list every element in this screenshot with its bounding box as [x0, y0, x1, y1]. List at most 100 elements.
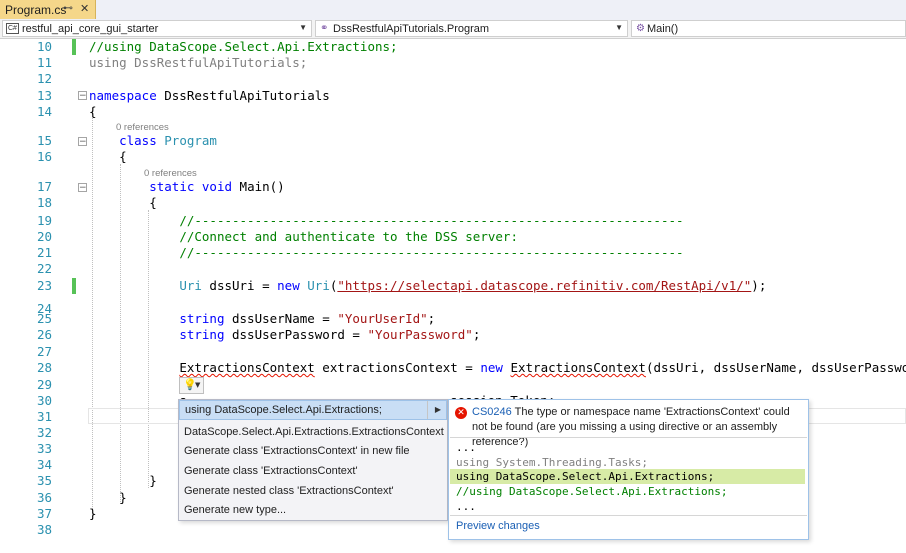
- preview-line: using System.Threading.Tasks;: [456, 456, 649, 469]
- code-text: {: [89, 149, 127, 165]
- preview-line: //using DataScope.Select.Api.Extractions…: [456, 485, 728, 498]
- class-name: DssRestfulApiTutorials.Program: [333, 22, 490, 35]
- code-token: {: [89, 104, 97, 119]
- code-line[interactable]: 28 ExtractionsContext extractionsContext…: [0, 360, 906, 376]
- code-token: "YourUserId": [337, 311, 428, 326]
- code-token: Uri: [307, 278, 330, 293]
- code-line[interactable]: 18 {: [0, 195, 906, 211]
- menu-item-fully-qualify[interactable]: DataScope.Select.Api.Extractions.Extract…: [179, 422, 447, 442]
- pin-icon[interactable]: ⊷: [63, 3, 73, 14]
- code-line[interactable]: 13 namespace DssRestfulApiTutorials: [0, 88, 906, 104]
- code-line[interactable]: 19 //-----------------------------------…: [0, 213, 906, 229]
- code-token: {: [89, 149, 127, 164]
- menu-item-generate-class[interactable]: Generate class 'ExtractionsContext': [179, 461, 447, 481]
- code-line[interactable]: 16 {: [0, 149, 906, 165]
- code-token: dssUserName =: [224, 311, 338, 326]
- line-number: 32: [36, 425, 52, 440]
- member-dropdown[interactable]: ⚙ Main(): [631, 20, 906, 37]
- code-token: //using DataScope.Select.Api.Extractions…: [89, 39, 398, 54]
- code-token: C: [89, 441, 187, 456]
- code-token: Main(): [232, 179, 285, 194]
- code-token: Uri: [179, 278, 202, 293]
- code-text: Uri dssUri = new Uri("https://selectapi.…: [89, 278, 766, 294]
- code-line[interactable]: 25 string dssUserName = "YourUserId";: [0, 311, 906, 327]
- code-line[interactable]: 20 //Connect and authenticate to the DSS…: [0, 229, 906, 245]
- project-name: restful_api_core_gui_starter: [21, 22, 159, 35]
- code-line[interactable]: 22: [0, 261, 906, 277]
- code-line[interactable]: 14 {: [0, 104, 906, 120]
- code-line[interactable]: 29 s: [0, 377, 906, 393]
- code-token: {: [89, 195, 157, 210]
- code-token: ;: [427, 311, 436, 326]
- code-token: new: [277, 278, 300, 293]
- code-text: //--------------------------------------…: [89, 245, 684, 261]
- submenu-arrow-icon[interactable]: ▶: [427, 401, 448, 419]
- code-text: static void Main(): [89, 179, 285, 195]
- code-line[interactable]: 26 string dssUserPassword = "YourPasswor…: [0, 327, 906, 343]
- code-text: using DssRestfulApiTutorials;: [89, 55, 307, 71]
- code-line[interactable]: 27: [0, 344, 906, 360]
- menu-item-generate-class-new-file[interactable]: Generate class 'ExtractionsContext' in n…: [179, 441, 447, 461]
- line-number: 35: [36, 473, 52, 488]
- tab-title: Program.cs: [5, 2, 67, 17]
- preview-added-line: using DataScope.Select.Api.Extractions;: [450, 469, 805, 484]
- line-number: 23: [36, 278, 52, 293]
- code-token: //--------------------------------------…: [179, 245, 684, 260]
- navigation-bar: C# restful_api_core_gui_starter ▼ ⚭ DssR…: [0, 20, 906, 39]
- tab-program-cs[interactable]: Program.cs ⊷ ✕: [0, 0, 96, 19]
- menu-item-add-using[interactable]: using DataScope.Select.Api.Extractions; …: [179, 400, 447, 420]
- line-number: 12: [36, 71, 52, 86]
- preview-changes-link[interactable]: Preview changes: [456, 520, 540, 532]
- close-icon[interactable]: ✕: [80, 2, 89, 15]
- code-line[interactable]: 10 //using DataScope.Select.Api.Extractio…: [0, 39, 906, 55]
- line-number: 37: [36, 506, 52, 521]
- code-text: //using DataScope.Select.Api.Extractions…: [89, 39, 398, 55]
- code-line[interactable]: 23 Uri dssUri = new Uri("https://selecta…: [0, 278, 906, 294]
- class-dropdown[interactable]: ⚭ DssRestfulApiTutorials.Program ▼: [315, 20, 628, 37]
- code-line[interactable]: 15 class Program: [0, 133, 906, 149]
- divider: [450, 515, 807, 516]
- code-token: //Connect and authenticate to the DSS se…: [179, 229, 518, 244]
- code-text: s: [89, 377, 187, 393]
- code-line[interactable]: 11 using DssRestfulApiTutorials;: [0, 55, 906, 71]
- line-number: 13: [36, 88, 52, 103]
- document-tab-bar: Program.cs ⊷ ✕: [0, 0, 906, 21]
- code-line[interactable]: 12: [0, 71, 906, 87]
- preview-line: ...: [456, 500, 476, 513]
- code-line[interactable]: 17 static void Main(): [0, 179, 906, 195]
- code-text: }: [89, 490, 127, 506]
- error-code-link[interactable]: CS0246: [472, 406, 512, 418]
- line-number: 19: [36, 213, 52, 228]
- codelens-method-references[interactable]: 0 references: [144, 168, 197, 179]
- chevron-down-icon: ▼: [615, 23, 623, 32]
- line-number: 27: [36, 344, 52, 359]
- code-text: {: [89, 195, 157, 211]
- line-number: 18: [36, 195, 52, 210]
- menu-item-generate-nested-class[interactable]: Generate nested class 'ExtractionsContex…: [179, 481, 447, 501]
- code-text: {: [89, 104, 97, 120]
- code-token: static: [149, 179, 195, 194]
- code-token: "YourPassword": [367, 327, 473, 342]
- project-dropdown[interactable]: C# restful_api_core_gui_starter ▼: [2, 20, 312, 37]
- code-token: C: [89, 457, 187, 472]
- divider: [450, 437, 807, 438]
- quick-actions-menu: using DataScope.Select.Api.Extractions; …: [178, 399, 448, 521]
- code-token: ExtractionsContext: [510, 360, 646, 375]
- code-line[interactable]: 21 //-----------------------------------…: [0, 245, 906, 261]
- line-number: 11: [36, 55, 52, 70]
- quick-actions-lightbulb[interactable]: 💡 ▼: [179, 377, 204, 394]
- code-text: //--------------------------------------…: [89, 213, 683, 229]
- code-token: }: [89, 490, 127, 505]
- menu-item-label: using DataScope.Select.Api.Extractions;: [185, 404, 382, 416]
- code-text: string dssUserName = "YourUserId";: [89, 311, 435, 327]
- codelens-class-references[interactable]: 0 references: [116, 122, 169, 133]
- code-text: C: [89, 425, 187, 441]
- line-number: 17: [36, 179, 52, 194]
- menu-item-generate-new-type[interactable]: Generate new type...: [179, 500, 447, 520]
- code-text: }: [89, 506, 97, 522]
